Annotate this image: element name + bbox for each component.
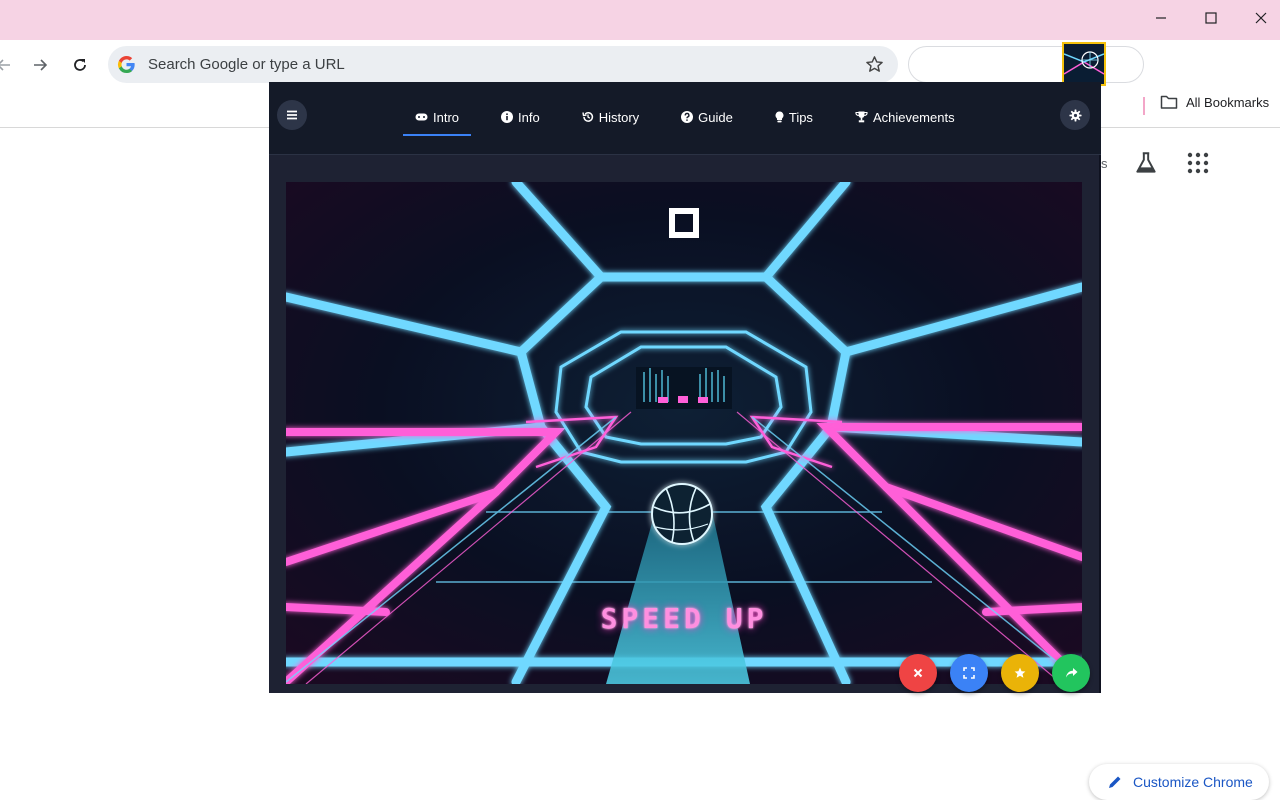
menu-button[interactable]: [277, 100, 307, 130]
customize-chrome-button[interactable]: Customize Chrome: [1089, 764, 1269, 800]
tab-info-label: Info: [518, 109, 540, 125]
fullscreen-button[interactable]: [950, 654, 988, 692]
question-circle-icon: [681, 111, 694, 123]
omnibox[interactable]: [108, 46, 898, 83]
labs-flask-icon[interactable]: [1133, 150, 1159, 176]
share-button[interactable]: [1052, 654, 1090, 692]
close-game-button[interactable]: [899, 654, 937, 692]
all-bookmarks-button[interactable]: All Bookmarks: [1160, 94, 1269, 110]
trophy-icon: [855, 111, 868, 123]
google-apps-icon[interactable]: [1185, 150, 1211, 176]
star-icon: [1014, 667, 1026, 678]
tab-history-label: History: [598, 109, 640, 125]
hamburger-icon: [287, 110, 297, 120]
arrow-right-icon: [34, 59, 48, 71]
expand-icon: [963, 667, 975, 679]
window-titlebar: [0, 0, 1280, 40]
tab-achievements[interactable]: Achievements: [843, 99, 967, 135]
gear-icon: [1068, 108, 1082, 122]
address-input[interactable]: [148, 46, 848, 83]
minimize-icon: [1156, 17, 1166, 19]
tunnel-thumbnail-icon: [1064, 44, 1104, 84]
bookmark-star-icon[interactable]: [865, 55, 884, 74]
maximize-icon: [1205, 12, 1217, 24]
customize-chrome-label: Customize Chrome: [1133, 774, 1253, 790]
extension-pill[interactable]: [908, 46, 1144, 83]
pause-button[interactable]: [669, 208, 699, 238]
game-overlay-text: SPEED UP: [600, 602, 768, 635]
tab-info[interactable]: Info: [489, 99, 552, 135]
maximize-button[interactable]: [1186, 0, 1236, 36]
reload-button[interactable]: [66, 51, 94, 79]
tab-achievements-label: Achievements: [872, 109, 955, 125]
gamepad-icon: [415, 113, 428, 121]
reload-icon: [74, 59, 86, 71]
game-canvas[interactable]: SPEED UP: [286, 182, 1082, 684]
all-bookmarks-label: All Bookmarks: [1186, 94, 1270, 110]
tab-tips-label: Tips: [788, 109, 813, 125]
back-button[interactable]: [0, 51, 18, 79]
settings-button[interactable]: [1060, 100, 1090, 130]
tab-intro-label: Intro: [433, 109, 460, 125]
extension-popup: Intro Info History Guide Tips Achievemen…: [269, 82, 1101, 693]
popup-tabs: Intro Info History Guide Tips Achievemen…: [403, 99, 985, 136]
arrow-left-icon: [0, 59, 10, 71]
tab-history[interactable]: History: [570, 99, 651, 135]
extension-game-icon[interactable]: [1062, 42, 1106, 86]
minimize-button[interactable]: [1136, 0, 1186, 36]
favorite-button[interactable]: [1001, 654, 1039, 692]
close-icon: [913, 668, 923, 678]
close-window-button[interactable]: [1236, 0, 1280, 36]
folder-icon: [1160, 95, 1178, 109]
close-icon: [1255, 12, 1267, 24]
forward-button[interactable]: [26, 51, 54, 79]
tab-intro[interactable]: Intro: [403, 99, 472, 136]
pencil-icon: [1109, 776, 1121, 788]
tab-guide[interactable]: Guide: [669, 99, 745, 135]
history-icon: [582, 112, 593, 122]
lightbulb-icon: [775, 111, 784, 123]
popup-header: Intro Info History Guide Tips Achievemen…: [269, 82, 1101, 155]
bookmarks-divider: [1143, 97, 1145, 115]
google-g-icon: [117, 55, 135, 74]
tab-tips[interactable]: Tips: [763, 99, 825, 135]
share-arrow-icon: [1065, 668, 1077, 678]
info-circle-icon: [501, 111, 514, 123]
tab-guide-label: Guide: [698, 109, 733, 125]
ntp-partial-text: s: [1101, 156, 1108, 171]
